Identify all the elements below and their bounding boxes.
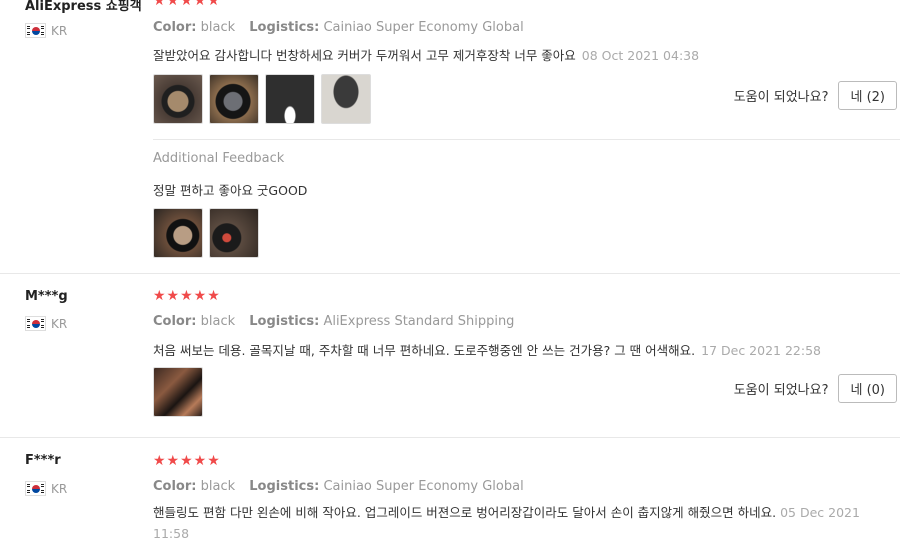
review-photo[interactable] bbox=[153, 367, 203, 417]
review-photo[interactable] bbox=[209, 208, 259, 258]
logistics-label: Logistics: bbox=[249, 479, 320, 494]
divider bbox=[153, 139, 900, 140]
review-text: 잘받았어요 감사합니다 번창하세요 커버가 두꺼워서 고무 제거후장착 너무 좋… bbox=[153, 45, 699, 64]
reviewer-country: KR bbox=[25, 23, 67, 38]
helpful-section: 도움이 되었나요? 네 (0) bbox=[734, 374, 897, 403]
star-rating: ★★★★★ bbox=[153, 288, 221, 304]
review-divider bbox=[0, 437, 900, 438]
review-photos bbox=[153, 74, 371, 124]
color-label: Color: bbox=[153, 314, 197, 329]
review-text: 핸들링도 편함 다만 왼손에 비해 작아요. 업그레이드 버젼으로 벙어리장갑이… bbox=[153, 502, 883, 544]
helpful-section: 도움이 되었나요? 네 (2) bbox=[734, 81, 897, 110]
country-code: KR bbox=[51, 481, 68, 496]
review-photo[interactable] bbox=[265, 74, 315, 124]
review-text: 처음 써보는 데용. 골목지날 때, 주차할 때 너무 편하네요. 도로주행중엔… bbox=[153, 340, 821, 359]
review-divider bbox=[0, 273, 900, 274]
reviewer-country: KR bbox=[25, 316, 67, 331]
color-label: Color: bbox=[153, 479, 197, 494]
logistics-value: Cainiao Super Economy Global bbox=[323, 20, 524, 35]
review-meta: Color: black Logistics: AliExpress Stand… bbox=[153, 314, 524, 329]
logistics-label: Logistics: bbox=[249, 20, 320, 35]
helpful-yes-button[interactable]: 네 (0) bbox=[838, 374, 897, 403]
helpful-yes-button[interactable]: 네 (2) bbox=[838, 81, 897, 110]
reviewer-name: F***r bbox=[25, 453, 61, 468]
reviewer-country: KR bbox=[25, 481, 67, 496]
review-meta: Color: black Logistics: Cainiao Super Ec… bbox=[153, 20, 534, 35]
logistics-value: AliExpress Standard Shipping bbox=[323, 314, 515, 329]
korea-flag-icon bbox=[25, 23, 46, 38]
review-photo[interactable] bbox=[153, 208, 203, 258]
star-rating: ★★★★★ bbox=[153, 453, 221, 469]
review-photo[interactable] bbox=[153, 74, 203, 124]
reviewer-name: AliExpress 쇼핑객 bbox=[25, 0, 142, 14]
additional-feedback-text: 정말 편하고 좋아요 굿GOOD bbox=[153, 183, 308, 198]
country-code: KR bbox=[51, 23, 68, 38]
review-photo[interactable] bbox=[321, 74, 371, 124]
review-date: 08 Oct 2021 04:38 bbox=[581, 48, 700, 63]
star-rating: ★★★★★ bbox=[153, 0, 221, 9]
additional-feedback-label: Additional Feedback bbox=[153, 151, 285, 166]
review-body: 처음 써보는 데용. 골목지날 때, 주차할 때 너무 편하네요. 도로주행중엔… bbox=[153, 343, 696, 358]
reviewer-name: M***g bbox=[25, 289, 68, 304]
additional-photos bbox=[153, 208, 259, 258]
review-meta: Color: black Logistics: Cainiao Super Ec… bbox=[153, 479, 534, 494]
color-label: Color: bbox=[153, 20, 197, 35]
review-photo[interactable] bbox=[209, 74, 259, 124]
helpful-label: 도움이 되었나요? bbox=[733, 383, 829, 398]
logistics-value: Cainiao Super Economy Global bbox=[323, 479, 524, 494]
color-value: black bbox=[200, 314, 236, 329]
color-value: black bbox=[200, 479, 236, 494]
review-date: 17 Dec 2021 22:58 bbox=[701, 343, 821, 358]
review-photos bbox=[153, 367, 203, 417]
review-body: 핸들링도 편함 다만 왼손에 비해 작아요. 업그레이드 버젼으로 벙어리장갑이… bbox=[153, 505, 777, 520]
review-body: 잘받았어요 감사합니다 번창하세요 커버가 두꺼워서 고무 제거후장착 너무 좋… bbox=[153, 48, 576, 63]
helpful-label: 도움이 되었나요? bbox=[733, 90, 829, 105]
country-code: KR bbox=[51, 316, 68, 331]
logistics-label: Logistics: bbox=[249, 314, 320, 329]
korea-flag-icon bbox=[25, 481, 46, 496]
korea-flag-icon bbox=[25, 316, 46, 331]
color-value: black bbox=[200, 20, 236, 35]
